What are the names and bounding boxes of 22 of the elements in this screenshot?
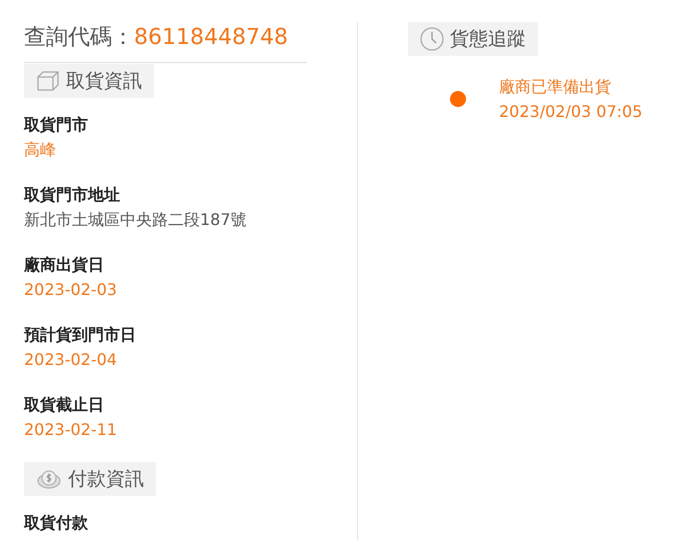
field-value: 2023-02-11 [24,419,118,441]
section-header: 取貨資訊 [24,64,154,98]
clock-icon [420,27,444,51]
coin-icon [36,468,62,490]
status-dot [450,91,466,107]
field-label: 預計貨到門市日 [24,324,137,346]
field-label: 取貨門市 [24,114,89,136]
box-icon [36,70,60,92]
query-label: 查詢代碼： [24,24,134,52]
query-code: 86118448748 [134,25,288,50]
field-value: 2023-02-04 [24,349,118,371]
section-header: 貨態追蹤 [408,22,538,56]
field-label: 取貨截止日 [24,394,105,416]
event-time: 2023/02/03 07:05 [499,101,642,123]
event-status: 廠商已準備出貨 [499,76,612,98]
field-label: 廠商出貨日 [24,254,105,276]
field-value: 新北市土城區中央路二段187號 [24,209,248,231]
section-header: 付款資訊 [24,462,156,496]
field-value: 2023-02-03 [24,279,118,301]
field-label: 取貨門市地址 [24,184,121,206]
field-value: 高峰 [24,139,57,161]
field-label: 取貨付款 [24,512,89,534]
